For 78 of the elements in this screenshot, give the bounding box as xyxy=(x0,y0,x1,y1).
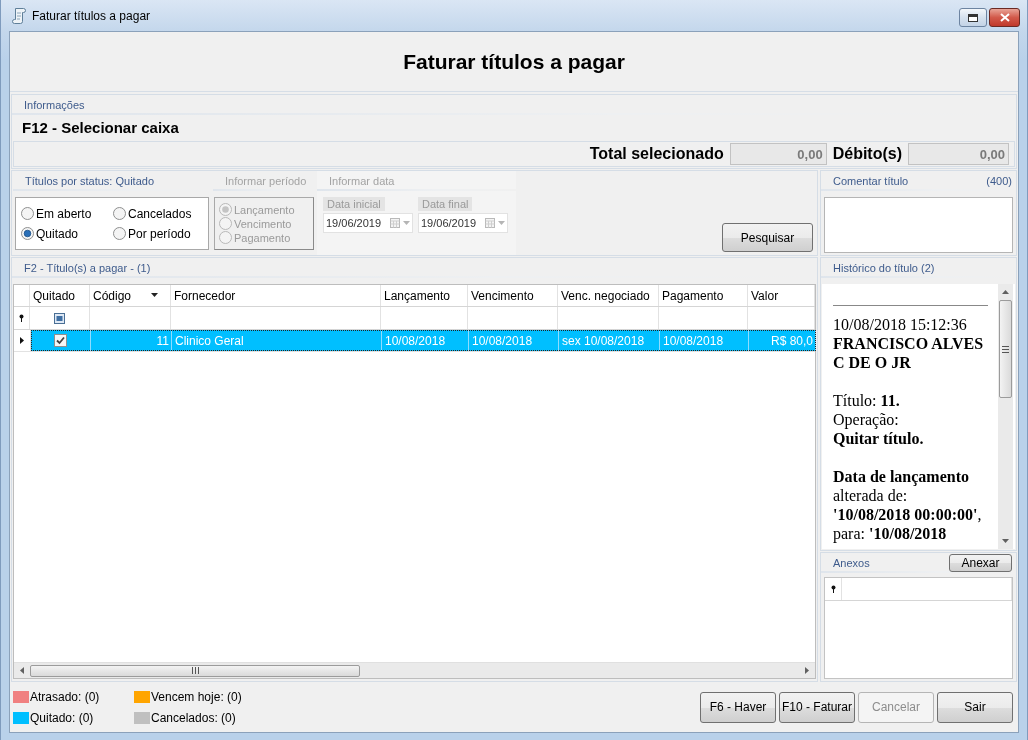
group-title: Anexos xyxy=(833,557,870,569)
attach-button[interactable]: Anexar xyxy=(949,554,1012,572)
radio-button[interactable] xyxy=(21,227,34,240)
debit-label: Débito(s) xyxy=(832,145,902,163)
group-title: Informações xyxy=(24,99,85,111)
column-header[interactable]: Lançamento xyxy=(381,285,468,306)
column-header[interactable]: Código xyxy=(90,285,171,306)
table-cell: 10/08/2018 xyxy=(469,330,559,351)
legend-label: Cancelados: (0) xyxy=(151,710,236,725)
grip-icon xyxy=(1002,345,1009,353)
document-icon xyxy=(12,7,26,24)
table-cell: sex 10/08/2018 xyxy=(559,330,660,351)
radio-button[interactable] xyxy=(21,207,34,220)
radio-option[interactable]: Por período xyxy=(113,226,208,241)
history-text: Data de lançamento alterada de: '10/08/2018 00:00:00', para: '10/08/2018 xyxy=(833,467,983,543)
filter-checkbox-icon[interactable] xyxy=(54,312,65,324)
total-label: Total selecionado xyxy=(589,145,724,163)
legend-label: Vencem hoje: (0) xyxy=(151,689,242,704)
column-header[interactable]: Pagamento xyxy=(659,285,748,306)
table-cell: Clinico Geral xyxy=(172,330,382,351)
sort-arrow-icon xyxy=(151,293,158,297)
arrow-right-icon[interactable] xyxy=(805,667,809,674)
column-header[interactable]: Quitado xyxy=(30,285,90,306)
history-text: Quitar título. xyxy=(833,429,925,448)
column-header[interactable]: Valor xyxy=(748,285,815,306)
restore-button[interactable] xyxy=(959,8,987,27)
arrow-down-icon[interactable] xyxy=(1002,539,1009,543)
radio-option[interactable]: Quitado xyxy=(21,226,113,241)
field-label: Data final xyxy=(418,197,473,211)
table-cell: R$ 80,0 xyxy=(749,330,816,351)
action-button[interactable]: F10 - Faturar xyxy=(779,691,855,723)
arrow-left-icon[interactable] xyxy=(20,667,24,674)
pin-icon xyxy=(830,585,836,593)
radio-button[interactable] xyxy=(113,207,126,220)
arrow-up-icon[interactable] xyxy=(1002,290,1009,294)
comment-field[interactable] xyxy=(824,197,1013,253)
legend-label: Atrasado: (0) xyxy=(30,689,100,704)
total-field: 0,00 xyxy=(729,143,827,165)
radio-option[interactable]: Em aberto xyxy=(21,206,113,221)
group-title: Histórico do título (2) xyxy=(833,262,935,274)
scrollbar-thumb[interactable] xyxy=(999,300,1012,398)
group-title: Informar data xyxy=(329,175,395,187)
group-title: Informar período xyxy=(225,175,307,187)
column-header[interactable]: Vencimento xyxy=(468,285,558,306)
scrollbar[interactable] xyxy=(14,662,815,678)
history-text: Operação: xyxy=(833,410,900,429)
character-counter: (400) xyxy=(986,175,1012,187)
table-cell: 10/08/2018 xyxy=(382,330,469,351)
table-cell: 10/08/2018 xyxy=(660,330,749,351)
close-icon xyxy=(999,13,1010,22)
history-timestamp: 10/08/2018 15:12:36 xyxy=(833,315,968,334)
group-title: Títulos por status: Quitado xyxy=(25,175,154,187)
history-text: Título: 11. xyxy=(833,391,901,410)
shortcut-hint: F12 - Selecionar caixa xyxy=(22,118,179,136)
radio-option[interactable]: Cancelados xyxy=(113,206,208,221)
column-header[interactable]: Venc. negociado xyxy=(558,285,659,306)
grip-icon xyxy=(191,667,199,674)
scrollbar-thumb[interactable] xyxy=(30,664,360,677)
restore-icon xyxy=(968,13,978,22)
search-button[interactable]: Pesquisar xyxy=(722,223,813,252)
scrollbar[interactable] xyxy=(998,284,1013,549)
column-header[interactable]: Fornecedor xyxy=(171,285,381,306)
pin-icon xyxy=(19,314,24,322)
radio-button[interactable] xyxy=(113,227,126,240)
history-author: FRANCISCO ALVES C DE O JR xyxy=(833,334,985,372)
close-button[interactable] xyxy=(989,8,1020,27)
checkbox[interactable] xyxy=(54,334,67,347)
action-button[interactable]: Sair xyxy=(937,691,1013,723)
action-button[interactable]: F6 - Haver xyxy=(700,691,776,723)
table-cell: 11 xyxy=(91,330,172,351)
page-title: Faturar títulos a pagar xyxy=(403,49,625,74)
debit-field: 0,00 xyxy=(908,143,1009,165)
row-pointer-icon xyxy=(20,337,24,344)
window-title: Faturar títulos a pagar xyxy=(32,8,151,23)
field-label: Data inicial xyxy=(323,197,385,211)
group-title: F2 - Título(s) a pagar - (1) xyxy=(24,262,151,274)
legend-label: Quitado: (0) xyxy=(30,710,94,725)
group-title: Comentar título xyxy=(833,175,909,187)
